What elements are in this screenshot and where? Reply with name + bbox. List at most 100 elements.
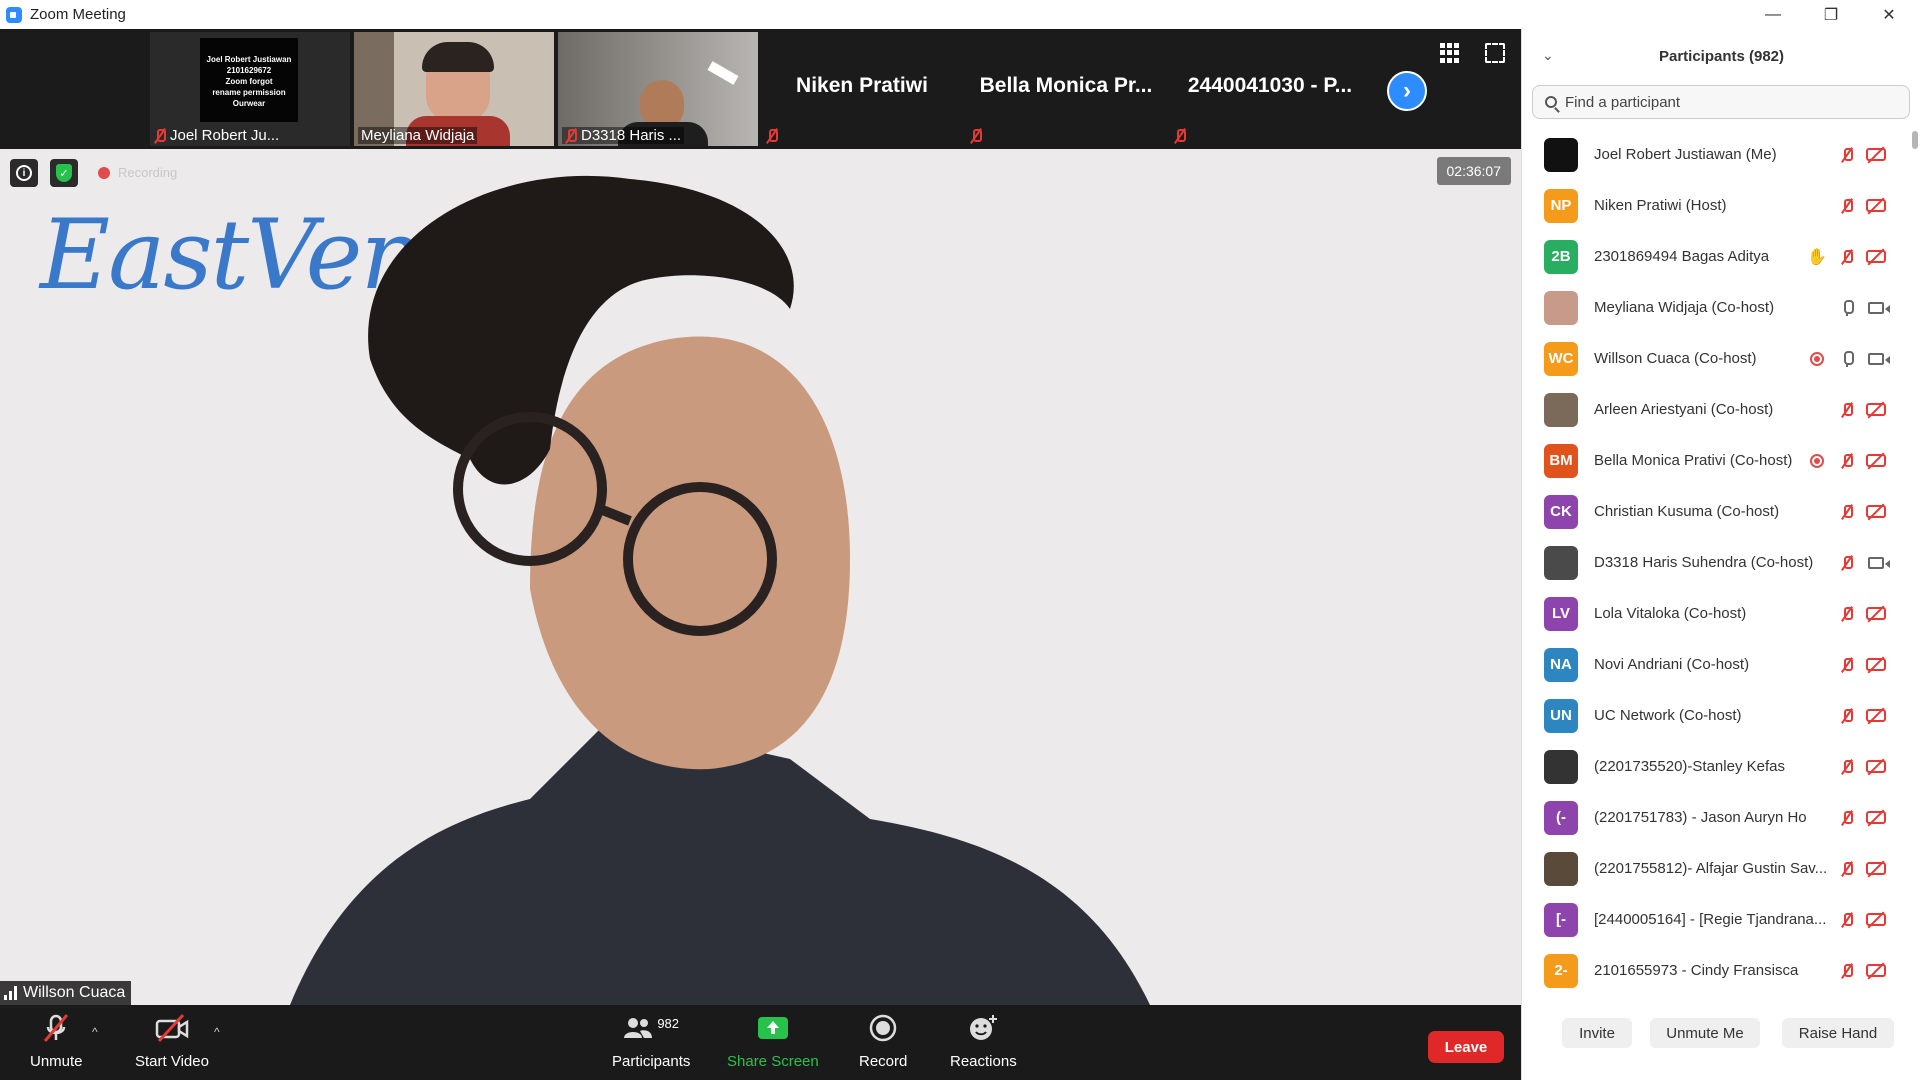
participant-row[interactable]: Arleen Ariestyani (Co-host) [1522, 384, 1911, 435]
mic-muted-icon[interactable] [1836, 910, 1858, 930]
video-tile-haris[interactable]: D3318 Haris ... [558, 32, 758, 146]
reactions-button[interactable]: Reactions [950, 1011, 1017, 1070]
video-off-icon[interactable] [1865, 859, 1887, 879]
mic-muted-icon[interactable] [1836, 502, 1858, 522]
mic-muted-icon[interactable] [1836, 145, 1858, 165]
participant-row[interactable]: 2B 2301869494 Bagas Aditya ✋ [1522, 231, 1911, 282]
participant-row[interactable]: NP Niken Pratiwi (Host) [1522, 180, 1911, 231]
tile-name: Niken Pratiwi [796, 74, 928, 97]
participant-name: (2201735520)-Stanley Kefas [1594, 758, 1785, 775]
mic-muted-icon[interactable] [1836, 247, 1858, 267]
fullscreen-icon[interactable] [1485, 43, 1505, 63]
video-icon[interactable] [1865, 553, 1890, 573]
meeting-timer: 02:36:07 [1436, 157, 1511, 185]
video-off-icon[interactable] [1865, 502, 1887, 522]
mic-icon[interactable] [1836, 349, 1858, 369]
participant-row[interactable]: CK Christian Kusuma (Co-host) [1522, 486, 1911, 537]
raise-hand-button[interactable]: Raise Hand [1782, 1018, 1894, 1048]
audio-options-caret-icon[interactable]: ^ [92, 1025, 98, 1039]
avatar: 2- [1544, 953, 1578, 988]
participant-row[interactable]: D3318 Haris Suhendra (Co-host) [1522, 537, 1911, 588]
mic-muted-icon[interactable] [1836, 400, 1858, 420]
invite-button[interactable]: Invite [1562, 1018, 1632, 1048]
video-off-icon[interactable] [1865, 808, 1887, 828]
minimize-button[interactable]: — [1744, 0, 1802, 29]
participant-list-scrollbar[interactable] [1911, 129, 1919, 1024]
video-tile-bella[interactable]: Bella Monica Pr... [966, 32, 1166, 146]
video-off-icon[interactable] [1865, 196, 1887, 216]
video-off-icon[interactable] [1865, 961, 1887, 981]
participant-row[interactable]: [- [2440005164] - [Regie Tjandrana... [1522, 894, 1911, 945]
video-options-caret-icon[interactable]: ^ [214, 1025, 220, 1039]
participants-label: Participants [612, 1053, 691, 1070]
participant-name: Lola Vitaloka (Co-host) [1594, 605, 1747, 622]
mic-muted-icon[interactable] [1836, 451, 1858, 471]
participants-button[interactable]: 982 Participants [612, 1011, 691, 1071]
video-off-icon[interactable] [1865, 757, 1887, 777]
record-button[interactable]: Record [859, 1011, 907, 1070]
mic-muted-icon[interactable] [1836, 655, 1858, 675]
mic-icon[interactable] [1836, 298, 1858, 318]
video-off-icon[interactable] [1865, 451, 1887, 471]
mic-muted-icon[interactable] [1836, 757, 1858, 777]
video-off-icon[interactable] [1865, 145, 1887, 165]
participant-name: Meyliana Widjaja (Co-host) [1594, 299, 1775, 316]
close-button[interactable]: ✕ [1860, 0, 1918, 29]
tile-label [1174, 128, 1186, 144]
recording-indicator: Recording [98, 165, 177, 180]
mic-muted-icon [565, 128, 577, 144]
mic-muted-icon[interactable] [1836, 706, 1858, 726]
gallery-view-icon[interactable] [1440, 43, 1460, 63]
participant-name: Novi Andriani (Co-host) [1594, 656, 1750, 673]
video-icon[interactable] [1865, 349, 1890, 369]
participant-row[interactable]: (2201755812)- Alfajar Gustin Sav... [1522, 843, 1911, 894]
start-video-button[interactable]: Start Video [135, 1011, 209, 1070]
participant-row[interactable]: BM Bella Monica Prativi (Co-host) [1522, 435, 1911, 486]
participant-row[interactable]: Meyliana Widjaja (Co-host) [1522, 282, 1911, 333]
participant-search-input[interactable]: Find a participant [1532, 85, 1910, 119]
mic-muted-icon[interactable] [1836, 808, 1858, 828]
mic-muted-icon[interactable] [1836, 961, 1858, 981]
video-tile-joel[interactable]: Joel Robert Justiawan 2101629672 Zoom fo… [150, 32, 350, 146]
unmute-me-button[interactable]: Unmute Me [1650, 1018, 1760, 1048]
video-off-icon[interactable] [1865, 604, 1887, 624]
video-tile-niken[interactable]: Niken Pratiwi [762, 32, 962, 146]
reactions-emoji-icon [968, 1011, 998, 1045]
share-screen-button[interactable]: Share Screen [727, 1011, 819, 1070]
participant-row[interactable]: LV Lola Vitaloka (Co-host) [1522, 588, 1911, 639]
video-tile-meyliana[interactable]: Meyliana Widjaja [354, 32, 554, 146]
mic-muted-icon[interactable] [1836, 553, 1858, 573]
video-off-icon[interactable] [1865, 247, 1887, 267]
video-off-icon[interactable] [1865, 706, 1887, 726]
participant-row[interactable]: NA Novi Andriani (Co-host) [1522, 639, 1911, 690]
speaker-name: Willson Cuaca [23, 984, 126, 1001]
video-off-icon[interactable] [1865, 910, 1887, 930]
participant-row[interactable]: 2- 2101655973 - Cindy Fransisca [1522, 945, 1911, 996]
participant-row[interactable]: UN UC Network (Co-host) [1522, 690, 1911, 741]
participant-row[interactable]: (2201735520)-Stanley Kefas [1522, 741, 1911, 792]
participant-row[interactable]: WC Willson Cuaca (Co-host) [1522, 333, 1911, 384]
video-off-icon[interactable] [1865, 655, 1887, 675]
placard-line: Ourwear [232, 99, 266, 108]
meeting-info-icon[interactable]: i [10, 159, 38, 187]
security-shield-icon[interactable]: ✓ [50, 159, 78, 187]
restore-button[interactable]: ❐ [1802, 0, 1860, 29]
unmute-button[interactable]: Unmute [30, 1011, 83, 1070]
video-off-icon[interactable] [1865, 400, 1887, 420]
participant-row[interactable]: (- (2201751783) - Jason Auryn Ho [1522, 792, 1911, 843]
next-page-button[interactable]: › [1387, 71, 1427, 111]
speaker-name-label: Willson Cuaca [0, 981, 132, 1005]
mic-muted-icon[interactable] [1836, 604, 1858, 624]
video-tile-2440041030[interactable]: 2440041030 - P... [1170, 32, 1370, 146]
tile-name: 2440041030 - P... [1187, 74, 1353, 97]
recording-label: Recording [118, 165, 178, 180]
video-icon[interactable] [1865, 298, 1890, 318]
avatar [1544, 545, 1578, 580]
avatar: LV [1544, 596, 1578, 631]
avatar [1544, 137, 1578, 172]
leave-button[interactable]: Leave [1428, 1031, 1504, 1063]
participant-row[interactable]: Joel Robert Justiawan (Me) [1522, 129, 1911, 180]
placard-line: rename permission [212, 88, 286, 97]
mic-muted-icon[interactable] [1836, 859, 1858, 879]
mic-muted-icon[interactable] [1836, 196, 1858, 216]
